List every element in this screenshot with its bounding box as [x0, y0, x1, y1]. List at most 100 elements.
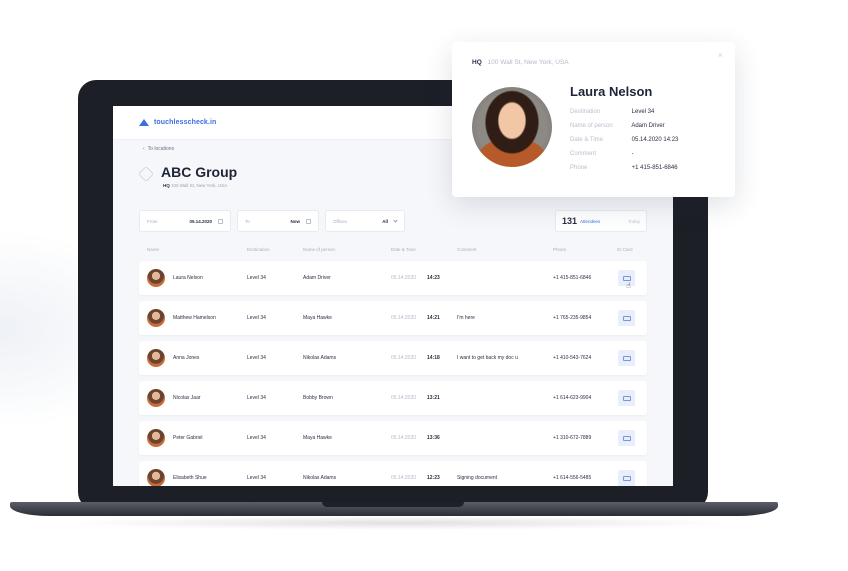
table-header: Name Destination Name of person Date & T… [139, 247, 649, 255]
popup-field-value: Level 34 [631, 109, 655, 115]
popup-field-value: 05.14.2020 14:23 [631, 137, 679, 143]
table-row[interactable]: Laura Nelson Level 34 Adam Driver 05.14.… [139, 261, 647, 295]
header-destination: Destination [247, 247, 270, 252]
popup-field-label: Destination [570, 109, 601, 115]
id-card-icon [622, 355, 631, 361]
hq-address: HQ 100 Wall St, New York, USA [163, 183, 227, 188]
offices-value: All [382, 218, 388, 224]
row-person: Maya Hawke [303, 315, 332, 321]
chevron-down-icon [393, 217, 398, 223]
person-photo [472, 87, 552, 167]
popup-field-value: - [631, 151, 634, 157]
id-card-icon [622, 435, 631, 441]
row-date: 05.14.2020 [391, 395, 417, 401]
row-phone: +1 410-543-7624 [553, 355, 592, 361]
row-phone: +1 310-672-7889 [553, 435, 592, 441]
popup-field-label: Comment [570, 151, 597, 157]
row-time: 13:36 [427, 435, 440, 441]
close-icon[interactable]: × [718, 50, 723, 60]
row-destination: Level 34 [247, 275, 266, 281]
popup-field: Comment - [570, 151, 634, 157]
to-label: To [245, 218, 250, 224]
page-title: ABC Group [161, 164, 238, 180]
to-date-filter[interactable]: To Now [237, 210, 319, 232]
id-card-icon [622, 275, 631, 281]
header-phone: Phone [553, 247, 567, 252]
avatar [147, 469, 165, 486]
hq-label: HQ [163, 183, 170, 188]
popup-person-name: Laura Nelson [570, 84, 653, 99]
popup-field-value: Adam Driver [631, 123, 665, 129]
row-comment: I want to get back my doc u [457, 355, 518, 361]
today-tab[interactable]: Today [628, 219, 640, 224]
id-card-icon [622, 395, 631, 401]
back-to-locations-link[interactable]: ‹ To locations [143, 146, 174, 152]
row-time: 12:23 [427, 475, 440, 481]
row-phone: +1 765-235-9854 [553, 315, 592, 321]
popup-field: Phone +1 415-851-6846 [570, 165, 678, 171]
id-card-button[interactable] [618, 310, 635, 326]
popup-field: Date & Time 05.14.2020 14:23 [570, 137, 678, 143]
calendar-icon [218, 218, 223, 224]
row-destination: Level 34 [247, 395, 266, 401]
row-destination: Level 34 [247, 315, 266, 321]
table-row[interactable]: Nicolas Jaar Level 34 Bobby Brown 05.14.… [139, 381, 647, 415]
header-name: Name [147, 247, 160, 252]
popup-hq-address: HQ 100 Wall St, New York, USA [472, 59, 569, 66]
row-comment: I'm here [457, 315, 475, 321]
row-date: 05.14.2020 [391, 315, 417, 321]
pointer-cursor-icon: ☝ [626, 281, 631, 290]
row-person: Nikolas Adams [303, 475, 337, 481]
to-value: Now [290, 218, 301, 224]
laptop-notch [322, 502, 464, 507]
row-name: Peter Gabriel [173, 435, 203, 441]
id-card-icon [622, 315, 631, 321]
row-time: 14:23 [427, 275, 440, 281]
id-card-icon [622, 475, 631, 481]
popup-field: Name of person Adam Driver [570, 123, 665, 129]
popup-field: Destination Level 34 [570, 109, 654, 115]
popup-field-label: Date & Time [570, 137, 604, 143]
row-phone: +1 415-851-6846 [553, 275, 592, 281]
row-person: Nikolas Adams [303, 355, 337, 361]
row-name: Laura Nelson [173, 275, 203, 281]
chevron-left-icon: ‹ [143, 146, 145, 152]
row-name: Nicolas Jaar [173, 395, 201, 401]
header-comment: Comment [457, 247, 477, 252]
avatar [147, 269, 165, 287]
group-hexagon-icon [138, 166, 154, 182]
logo-icon [139, 118, 149, 127]
id-card-button[interactable] [618, 390, 635, 406]
id-card-button[interactable] [618, 430, 635, 446]
attendees-summary: 131 Attendees Today [555, 210, 647, 232]
row-destination: Level 34 [247, 355, 266, 361]
table-row[interactable]: Matthew Hamelson Level 34 Maya Hawke 05.… [139, 301, 647, 335]
popup-field-label: Phone [570, 165, 588, 171]
popup-hq-address-text: 100 Wall St, New York, USA [487, 59, 569, 66]
id-card-button[interactable] [618, 470, 635, 486]
attendees-tab[interactable]: Attendees [580, 219, 600, 224]
avatar [147, 429, 165, 447]
row-destination: Level 34 [247, 435, 266, 441]
offices-select[interactable]: Offices All [325, 210, 405, 232]
row-name: Matthew Hamelson [173, 315, 216, 321]
row-person: Bobby Brown [303, 395, 333, 401]
row-time: 14:21 [427, 315, 440, 321]
from-date-filter[interactable]: From 05.14.2020 [139, 210, 231, 232]
row-destination: Level 34 [247, 475, 266, 481]
row-comment: Signing document [457, 475, 498, 481]
logo-text[interactable]: touchlesscheck.in [154, 119, 216, 126]
popup-hq-label: HQ [472, 59, 482, 66]
header-idcard: ID Card [617, 247, 633, 252]
avatar [147, 309, 165, 327]
row-phone: +1 614-556-5485 [553, 475, 592, 481]
avatar [147, 389, 165, 407]
row-date: 05.14.2020 [391, 275, 417, 281]
table-row[interactable]: Anna Jones Level 34 Nikolas Adams 05.14.… [139, 341, 647, 375]
id-card-button[interactable] [618, 350, 635, 366]
table-row[interactable]: Elisabeth Shue Level 34 Nikolas Adams 05… [139, 461, 647, 486]
back-link-label: To locations [147, 146, 175, 152]
popup-field-label: Name of person [570, 123, 613, 129]
offices-label: Offices [333, 218, 347, 224]
table-row[interactable]: Peter Gabriel Level 34 Maya Hawke 05.14.… [139, 421, 647, 455]
